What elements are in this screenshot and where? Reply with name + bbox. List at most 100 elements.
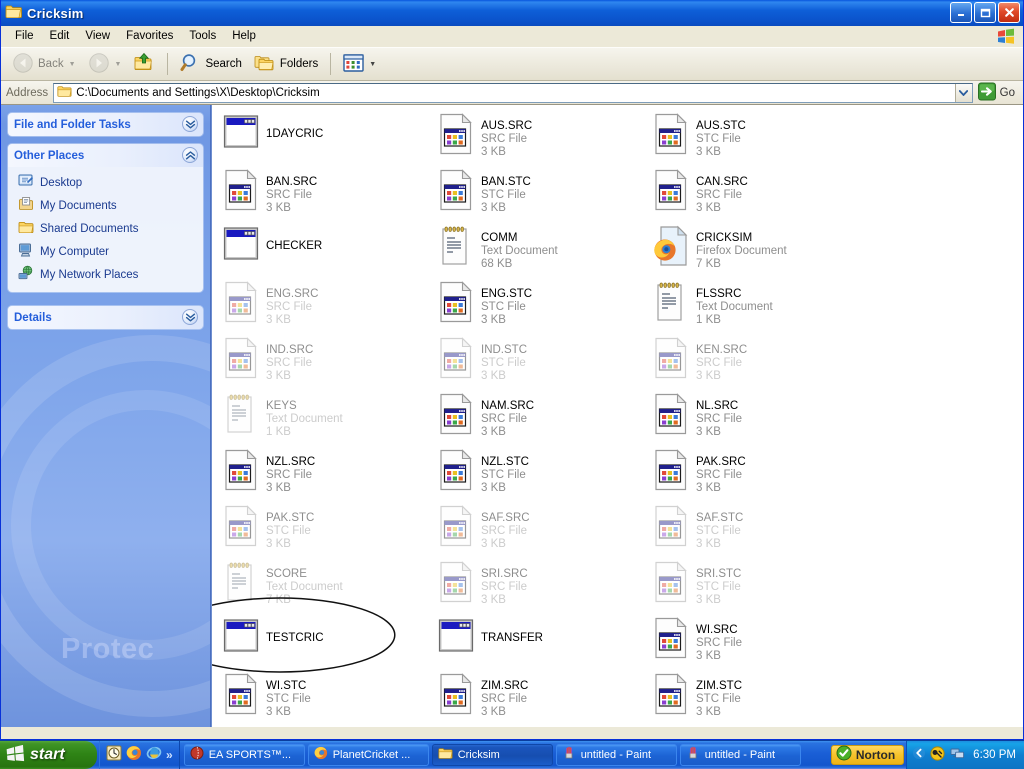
- minimize-button[interactable]: [950, 2, 972, 23]
- file-item[interactable]: NL.SRCSRC File3 KB: [650, 391, 865, 447]
- file-item[interactable]: BAN.STCSTC File3 KB: [435, 167, 650, 223]
- file-item[interactable]: PAK.STCSTC File3 KB: [220, 503, 435, 559]
- quick-launch-more[interactable]: »: [166, 748, 173, 762]
- back-button[interactable]: Back ▼: [7, 49, 81, 80]
- place-item-my-computer[interactable]: My Computer: [8, 240, 203, 263]
- task-button-ea-sports[interactable]: EA SPORTS™...: [184, 744, 305, 766]
- file-type: SRC File: [266, 301, 318, 314]
- folders-button[interactable]: Folders: [249, 49, 323, 79]
- norton-label: Norton: [856, 748, 895, 762]
- menu-edit[interactable]: Edit: [42, 28, 78, 44]
- task-button-planetcricket[interactable]: PlanetCricket ...: [308, 744, 429, 766]
- file-item[interactable]: CRICKSIMFirefox Document7 KB: [650, 223, 865, 279]
- file-item[interactable]: PAK.SRCSRC File3 KB: [650, 447, 865, 503]
- place-item-my-network-places[interactable]: My Network Places: [8, 263, 203, 286]
- file-item[interactable]: ZIM.SRCSRC File3 KB: [435, 671, 650, 727]
- task-button-cricksim[interactable]: Cricksim: [432, 744, 553, 766]
- maximize-button[interactable]: [974, 2, 996, 23]
- file-item[interactable]: AUS.STCSTC File3 KB: [650, 111, 865, 167]
- internet-explorer-icon[interactable]: [146, 745, 162, 764]
- file-list[interactable]: 1DAYCRIC AUS.SRCSRC File3 KB AUS.STCSTC …: [211, 105, 1023, 727]
- src-file-icon: [653, 169, 689, 209]
- panel-header[interactable]: File and Folder Tasks: [8, 113, 203, 136]
- task-button-paint-1[interactable]: untitled - Paint: [556, 744, 677, 766]
- views-button[interactable]: ▼: [338, 51, 381, 78]
- up-button[interactable]: [128, 49, 160, 79]
- file-item[interactable]: TRANSFER: [435, 615, 650, 671]
- task-button-paint-2[interactable]: untitled - Paint: [680, 744, 801, 766]
- file-item[interactable]: CHECKER: [220, 223, 435, 279]
- clock-icon[interactable]: [106, 745, 122, 764]
- file-meta: NZL.SRCSRC File3 KB: [266, 449, 315, 495]
- menu-help[interactable]: Help: [224, 28, 264, 44]
- file-name: IND.SRC: [266, 344, 313, 357]
- file-item[interactable]: ENG.SRCSRC File3 KB: [220, 279, 435, 335]
- file-item[interactable]: ENG.STCSTC File3 KB: [435, 279, 650, 335]
- address-input[interactable]: C:\Documents and Settings\X\Desktop\Cric…: [53, 83, 972, 103]
- norton-tray-icon[interactable]: [930, 746, 945, 764]
- forward-button[interactable]: ▼: [83, 49, 127, 80]
- menu-file[interactable]: File: [7, 28, 42, 44]
- file-item[interactable]: TESTCRIC: [220, 615, 435, 671]
- panel-header[interactable]: Details: [8, 306, 203, 329]
- go-button[interactable]: Go: [973, 82, 1023, 104]
- file-item[interactable]: KEYSText Document1 KB: [220, 391, 435, 447]
- clock[interactable]: 6:30 PM: [973, 749, 1016, 761]
- file-item[interactable]: SAF.SRCSRC File3 KB: [435, 503, 650, 559]
- file-item[interactable]: NZL.SRCSRC File3 KB: [220, 447, 435, 503]
- panel-header[interactable]: Other Places: [8, 144, 203, 167]
- start-button[interactable]: start: [0, 741, 97, 769]
- close-button[interactable]: [998, 2, 1020, 23]
- menu-view[interactable]: View: [77, 28, 118, 44]
- file-item[interactable]: SRI.STCSTC File3 KB: [650, 559, 865, 615]
- network-icon[interactable]: [950, 746, 965, 763]
- file-name: CRICKSIM: [696, 232, 787, 245]
- file-item[interactable]: COMMText Document68 KB: [435, 223, 650, 279]
- file-name: NZL.SRC: [266, 456, 315, 469]
- file-size: 3 KB: [266, 706, 311, 719]
- file-item[interactable]: SAF.STCSTC File3 KB: [650, 503, 865, 559]
- place-item-shared-documents[interactable]: Shared Documents: [8, 217, 203, 240]
- src-file-icon: [223, 337, 259, 377]
- file-item[interactable]: WI.SRCSRC File3 KB: [650, 615, 865, 671]
- file-item[interactable]: ZIM.STCSTC File3 KB: [650, 671, 865, 727]
- file-item[interactable]: IND.STCSTC File3 KB: [435, 335, 650, 391]
- file-name: IND.STC: [481, 344, 527, 357]
- menu-favorites[interactable]: Favorites: [118, 28, 181, 44]
- address-dropdown-button[interactable]: [955, 84, 972, 102]
- file-item[interactable]: NZL.STCSTC File3 KB: [435, 447, 650, 503]
- file-item[interactable]: AUS.SRCSRC File3 KB: [435, 111, 650, 167]
- file-size: 7 KB: [266, 594, 343, 607]
- show-hidden-icons-icon[interactable]: [913, 746, 925, 763]
- file-meta: BAN.STCSTC File3 KB: [481, 169, 531, 215]
- chevron-down-icon[interactable]: ▼: [69, 61, 76, 68]
- norton-status-button[interactable]: Norton: [831, 745, 904, 765]
- file-item[interactable]: NAM.SRCSRC File3 KB: [435, 391, 650, 447]
- place-item-desktop[interactable]: Desktop: [8, 171, 203, 194]
- chevron-up-icon[interactable]: [182, 147, 198, 163]
- file-item[interactable]: 1DAYCRIC: [220, 111, 435, 167]
- chevron-down-icon[interactable]: ▼: [369, 61, 376, 68]
- chevron-down-icon[interactable]: ▼: [115, 61, 122, 68]
- file-item[interactable]: SRI.SRCSRC File3 KB: [435, 559, 650, 615]
- file-item[interactable]: KEN.SRCSRC File3 KB: [650, 335, 865, 391]
- file-item[interactable]: BAN.SRCSRC File3 KB: [220, 167, 435, 223]
- chevron-down-icon[interactable]: [182, 116, 198, 132]
- file-item[interactable]: SCOREText Document7 KB: [220, 559, 435, 615]
- file-item[interactable]: WI.STCSTC File3 KB: [220, 671, 435, 727]
- menu-tools[interactable]: Tools: [181, 28, 224, 44]
- src-file-icon: [438, 673, 474, 713]
- firefox-icon[interactable]: [126, 745, 142, 764]
- file-item[interactable]: IND.SRCSRC File3 KB: [220, 335, 435, 391]
- chevron-down-icon[interactable]: [182, 309, 198, 325]
- place-item-my-documents[interactable]: My Documents: [8, 194, 203, 217]
- address-label: Address: [6, 87, 48, 99]
- search-button[interactable]: Search: [175, 49, 246, 79]
- file-meta: SAF.STCSTC File3 KB: [696, 505, 743, 551]
- file-name: NL.SRC: [696, 400, 742, 413]
- file-meta: ENG.STCSTC File3 KB: [481, 281, 532, 327]
- file-item[interactable]: CAN.SRCSRC File3 KB: [650, 167, 865, 223]
- task-label: untitled - Paint: [581, 749, 651, 761]
- file-type: SRC File: [481, 693, 528, 706]
- file-item[interactable]: FLSSRCText Document1 KB: [650, 279, 865, 335]
